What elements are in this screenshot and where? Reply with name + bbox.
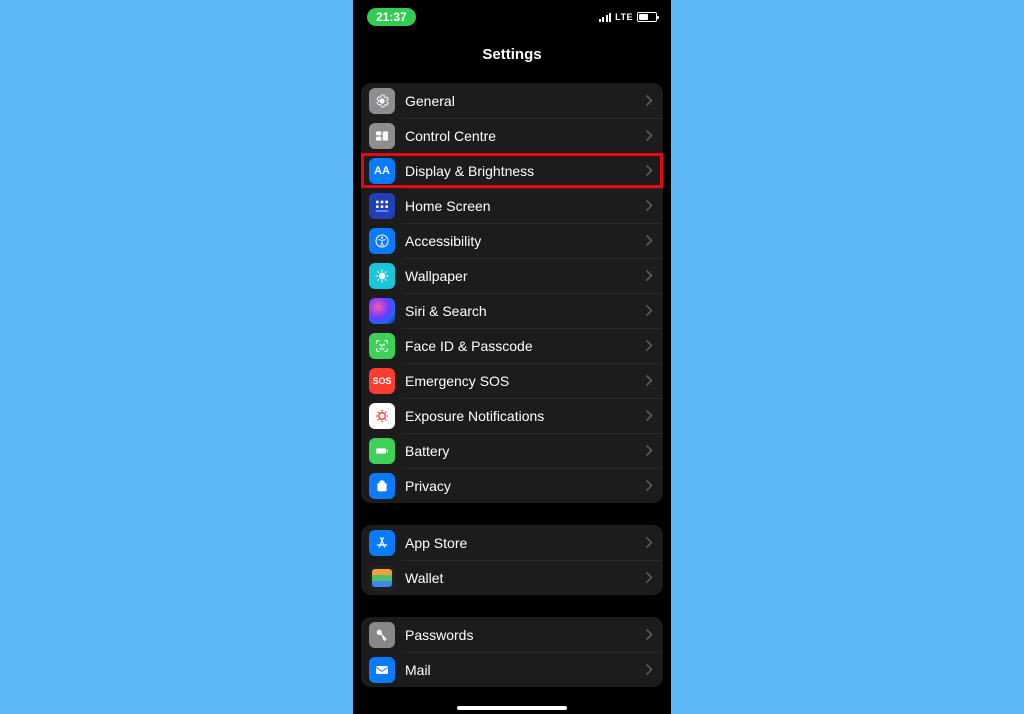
row-label: Siri & Search — [405, 303, 646, 319]
row-label: Passwords — [405, 627, 646, 643]
chevron-right-icon — [646, 664, 653, 675]
phone-frame: 21:37 LTE Settings General — [353, 0, 671, 714]
status-bar: 21:37 LTE — [353, 0, 671, 30]
row-label: App Store — [405, 535, 646, 551]
row-label: Control Centre — [405, 128, 646, 144]
row-label: Accessibility — [405, 233, 646, 249]
chevron-right-icon — [646, 200, 653, 211]
wallet-icon — [369, 565, 395, 591]
signal-icon — [599, 12, 611, 22]
home-indicator[interactable] — [457, 706, 567, 710]
network-label: LTE — [615, 12, 633, 22]
wallpaper-icon — [369, 263, 395, 289]
chevron-right-icon — [646, 629, 653, 640]
page-title: Settings — [353, 30, 671, 83]
row-label: Exposure Notifications — [405, 408, 646, 424]
chevron-right-icon — [646, 235, 653, 246]
accessibility-icon — [369, 228, 395, 254]
settings-row-wallpaper[interactable]: Wallpaper — [361, 258, 663, 293]
display-brightness-icon: AA — [369, 158, 395, 184]
chevron-right-icon — [646, 130, 653, 141]
exposure-notifications-icon — [369, 403, 395, 429]
chevron-right-icon — [646, 537, 653, 548]
settings-row-mail[interactable]: Mail — [361, 652, 663, 687]
home-screen-icon — [369, 193, 395, 219]
chevron-right-icon — [646, 410, 653, 421]
settings-row-exposure-notifications[interactable]: Exposure Notifications — [361, 398, 663, 433]
settings-row-wallet[interactable]: Wallet — [361, 560, 663, 595]
settings-row-battery[interactable]: Battery — [361, 433, 663, 468]
settings-row-emergency-sos[interactable]: SOS Emergency SOS — [361, 363, 663, 398]
chevron-right-icon — [646, 305, 653, 316]
settings-row-privacy[interactable]: Privacy — [361, 468, 663, 503]
battery-icon — [369, 438, 395, 464]
chevron-right-icon — [646, 270, 653, 281]
chevron-right-icon — [646, 480, 653, 491]
row-label: Face ID & Passcode — [405, 338, 646, 354]
row-label: Emergency SOS — [405, 373, 646, 389]
siri-icon — [369, 298, 395, 324]
privacy-icon — [369, 473, 395, 499]
row-label: Home Screen — [405, 198, 646, 214]
settings-row-home-screen[interactable]: Home Screen — [361, 188, 663, 223]
row-label: Battery — [405, 443, 646, 459]
settings-row-control-centre[interactable]: Control Centre — [361, 118, 663, 153]
app-store-icon — [369, 530, 395, 556]
general-icon — [369, 88, 395, 114]
chevron-right-icon — [646, 340, 653, 351]
battery-icon — [637, 12, 657, 22]
chevron-right-icon — [646, 445, 653, 456]
row-label: Wallpaper — [405, 268, 646, 284]
settings-row-passwords[interactable]: Passwords — [361, 617, 663, 652]
settings-row-siri-search[interactable]: Siri & Search — [361, 293, 663, 328]
settings-group-2: App Store Wallet — [361, 525, 663, 595]
chevron-right-icon — [646, 572, 653, 583]
row-label: Display & Brightness — [405, 163, 646, 179]
row-label: Wallet — [405, 570, 646, 586]
row-label: General — [405, 93, 646, 109]
mail-icon — [369, 657, 395, 683]
face-id-icon — [369, 333, 395, 359]
time-pill[interactable]: 21:37 — [367, 8, 416, 26]
chevron-right-icon — [646, 165, 653, 176]
status-right: LTE — [599, 12, 657, 22]
settings-group-3: Passwords Mail — [361, 617, 663, 687]
settings-row-face-id-passcode[interactable]: Face ID & Passcode — [361, 328, 663, 363]
passwords-icon — [369, 622, 395, 648]
settings-content: General Control Centre AA Display & Brig… — [353, 83, 671, 687]
settings-row-general[interactable]: General — [361, 83, 663, 118]
settings-group-1: General Control Centre AA Display & Brig… — [361, 83, 663, 503]
control-centre-icon — [369, 123, 395, 149]
settings-row-app-store[interactable]: App Store — [361, 525, 663, 560]
chevron-right-icon — [646, 95, 653, 106]
settings-row-display-brightness[interactable]: AA Display & Brightness — [361, 153, 663, 188]
settings-row-accessibility[interactable]: Accessibility — [361, 223, 663, 258]
emergency-sos-icon: SOS — [369, 368, 395, 394]
row-label: Mail — [405, 662, 646, 678]
chevron-right-icon — [646, 375, 653, 386]
row-label: Privacy — [405, 478, 646, 494]
